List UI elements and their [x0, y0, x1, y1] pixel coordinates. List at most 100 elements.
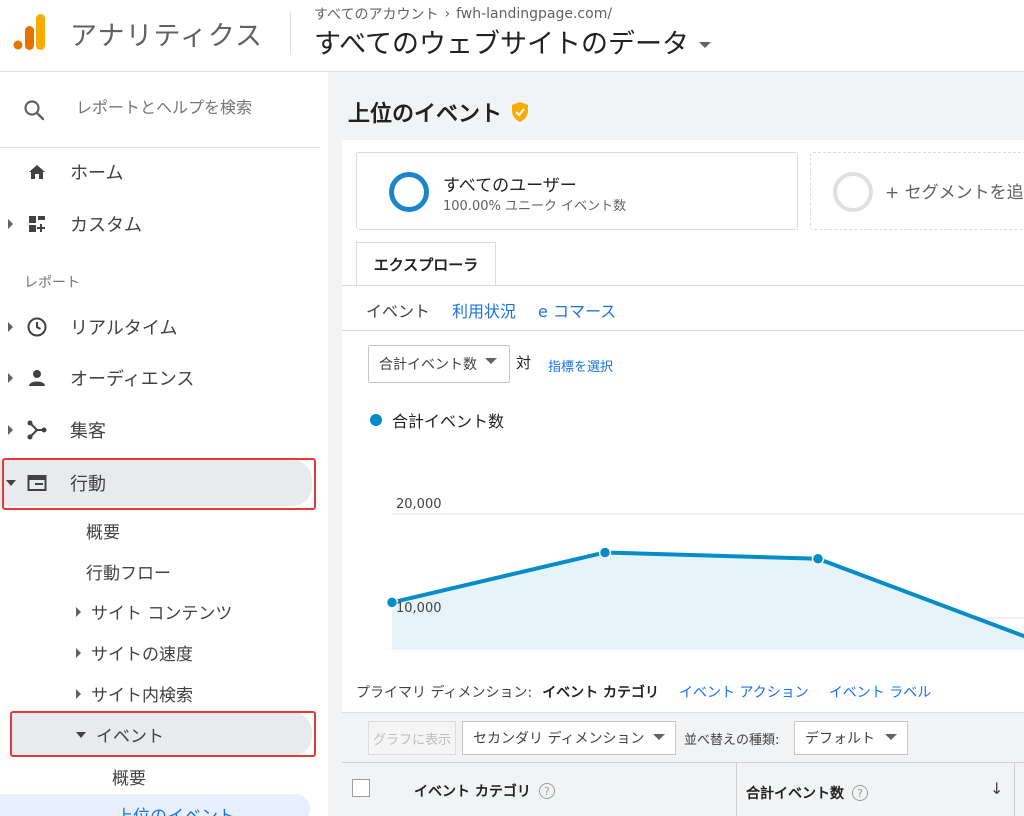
segment-ring-icon	[389, 172, 429, 212]
data-point	[598, 546, 612, 559]
search-icon	[24, 100, 45, 121]
subtabs: イベント 利用状況 e コマース	[366, 298, 616, 322]
sidebar-item-behavior-flow[interactable]: 行動フロー	[86, 559, 171, 584]
sidebar-item-behavior-overview[interactable]: 概要	[86, 518, 120, 543]
dimension-event-action[interactable]: イベント アクション	[679, 682, 809, 702]
divider	[342, 330, 1024, 331]
select-all-checkbox[interactable]	[352, 779, 370, 797]
help-icon[interactable]: ?	[538, 783, 555, 799]
segment-name: すべてのユーザー	[443, 176, 577, 196]
tab-explorer[interactable]: エクスプローラ	[356, 242, 496, 286]
subtab-events[interactable]: イベント	[366, 298, 430, 322]
sidebar-item-site-content[interactable]: サイト コンテンツ	[76, 599, 232, 624]
page-title-text: 上位のイベント	[348, 102, 503, 127]
view-selector[interactable]: すべてのウェブサイトのデータ	[314, 22, 712, 61]
data-point	[811, 552, 825, 565]
chevron-right-icon	[8, 322, 13, 332]
table-header: イベント カテゴリ ? 合計イベント数 ? ↓	[342, 762, 1024, 816]
legend-dot	[370, 414, 382, 426]
sidebar-item-custom[interactable]: カスタム	[0, 204, 320, 244]
account-label: すべてのアカウント	[314, 7, 439, 23]
sidebar-search	[0, 72, 320, 148]
sidebar-item-label: カスタム	[70, 215, 142, 236]
primary-dimension-bar: プライマリ ディメンション: イベント カテゴリ イベント アクション イベント…	[356, 682, 931, 702]
metric-select[interactable]: 合計イベント数	[368, 345, 510, 383]
sort-type-select[interactable]: デフォルト	[794, 721, 908, 755]
sort-type-label: 並べ替えの種類:	[684, 733, 780, 748]
chevron-right-icon	[8, 219, 13, 229]
highlight-box	[2, 458, 316, 510]
column-divider	[736, 763, 737, 816]
sidebar-item-label: サイトの速度	[91, 645, 193, 665]
app-header: アナリティクス すべてのアカウント › fwh-landingpage.com/…	[0, 0, 1024, 72]
sidebar-item-label: オーディエンス	[70, 369, 195, 390]
plot-rows-button[interactable]: グラフに表示	[368, 721, 456, 755]
home-icon	[29, 165, 45, 179]
sidebar-item-label: サイト内検索	[91, 686, 193, 706]
pick-metric-link[interactable]: 指標を選択	[548, 356, 613, 375]
sidebar-item-events-overview[interactable]: 概要	[112, 764, 146, 789]
chevron-right-icon	[8, 373, 13, 383]
chevron-right-icon	[76, 647, 81, 658]
column-header-event-category[interactable]: イベント カテゴリ ?	[414, 781, 555, 801]
sidebar-item-home[interactable]: ホーム	[0, 152, 320, 192]
analytics-logo-icon[interactable]	[12, 12, 48, 52]
add-segment-label: + セグメントを追	[885, 183, 1024, 203]
main-content: 上位のイベント すべてのユーザー 100.00% ユニーク イベント数 + セグ…	[328, 72, 1024, 816]
sort-type-value: デフォルト	[805, 731, 875, 747]
sidebar-item-label: リアルタイム	[70, 318, 178, 339]
app-title: アナリティクス	[70, 21, 264, 52]
chevron-right-icon: ›	[444, 6, 451, 22]
sort-arrow-icon[interactable]: ↓	[990, 779, 1003, 798]
chevron-right-icon	[76, 606, 81, 617]
report-panel: すべてのユーザー 100.00% ユニーク イベント数 + セグメントを追 エク…	[342, 140, 1024, 816]
chevron-down-icon	[885, 734, 897, 740]
subtab-ecommerce[interactable]: e コマース	[538, 298, 616, 322]
account-breadcrumb[interactable]: すべてのアカウント › fwh-landingpage.com/	[314, 4, 612, 24]
sidebar: ホーム カスタム レポート リアルタイム オーディエンス	[0, 72, 328, 816]
metric-select-label: 合計イベント数	[379, 357, 477, 373]
chevron-down-icon	[699, 41, 712, 48]
header-divider	[290, 12, 291, 54]
clock-icon	[27, 317, 47, 337]
vs-label: 対	[516, 354, 532, 372]
sidebar-item-acquisition[interactable]: 集客	[0, 410, 320, 450]
column-header-label: 合計イベント数	[746, 786, 844, 802]
segment-card[interactable]: すべてのユーザー 100.00% ユニーク イベント数	[356, 152, 798, 230]
dimension-event-label[interactable]: イベント ラベル	[829, 682, 931, 702]
page-title: 上位のイベント	[348, 96, 530, 128]
chevron-right-icon	[8, 425, 13, 435]
sidebar-item-audience[interactable]: オーディエンス	[0, 358, 320, 398]
sidebar-item-site-search[interactable]: サイト内検索	[76, 681, 193, 706]
empty-ring-icon	[833, 172, 873, 212]
segment-sub: 100.00% ユニーク イベント数	[443, 199, 627, 214]
secondary-dimension-select[interactable]: セカンダリ ディメンション	[462, 721, 676, 755]
sidebar-item-site-speed[interactable]: サイトの速度	[76, 640, 193, 665]
chevron-down-icon	[653, 734, 665, 740]
person-icon	[29, 370, 45, 386]
events-line-chart: 20,00010,000…9月19日9月20日9月2	[385, 497, 1024, 650]
divider	[342, 285, 1024, 286]
chart-legend: 合計イベント数	[370, 408, 504, 432]
dimension-event-category[interactable]: イベント カテゴリ	[542, 682, 659, 702]
legend-label: 合計イベント数	[392, 412, 505, 431]
sidebar-item-label: 集客	[70, 421, 106, 442]
chevron-down-icon	[485, 358, 497, 364]
dashboard-icon	[29, 216, 45, 232]
sidebar-item-realtime[interactable]: リアルタイム	[0, 307, 320, 347]
add-segment-card[interactable]: + セグメントを追	[810, 152, 1024, 230]
highlight-box	[10, 711, 316, 757]
search-input[interactable]	[76, 98, 306, 117]
subtab-usage[interactable]: 利用状況	[452, 298, 516, 322]
help-icon[interactable]: ?	[852, 785, 868, 801]
section-label-reports: レポート	[24, 275, 80, 291]
view-label: すべてのウェブサイトのデータ	[314, 29, 690, 60]
table-toolbar: グラフに表示 セカンダリ ディメンション 並べ替えの種類: デフォルト	[342, 712, 1024, 762]
column-header-total-events[interactable]: 合計イベント数 ?	[746, 783, 868, 803]
merge-icon	[27, 420, 47, 440]
sidebar-item-label: ホーム	[70, 163, 124, 184]
primary-dimension-label: プライマリ ディメンション:	[356, 685, 533, 701]
sidebar-item-label: サイト コンテンツ	[91, 604, 233, 624]
sidebar-item-top-events[interactable]: 上位のイベント	[116, 802, 235, 816]
property-label: fwh-landingpage.com/	[456, 6, 613, 22]
